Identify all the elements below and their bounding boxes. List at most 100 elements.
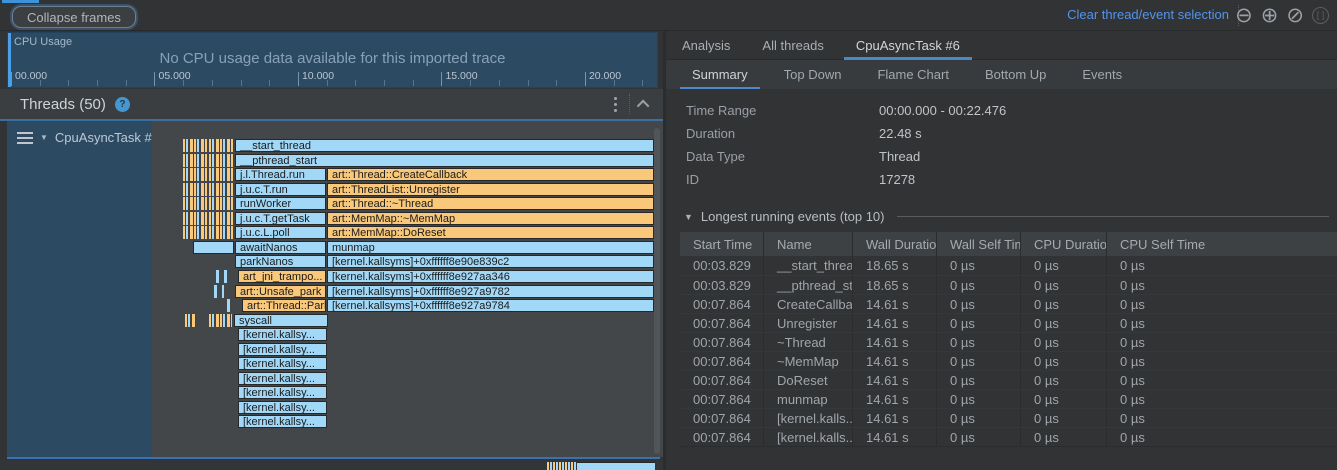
- flame-chart-track[interactable]: __start_thread __pthread_startj.l.Thread.…: [152, 121, 663, 457]
- table-cell: 0 µs: [937, 295, 1021, 313]
- table-row[interactable]: 00:07.864DoReset14.61 s0 µs0 µs0 µs: [680, 370, 1337, 389]
- flame-mini-slice[interactable]: [222, 285, 224, 298]
- threads-scrollbar-thumb[interactable]: [654, 128, 660, 454]
- drag-handle-icon[interactable]: [17, 132, 33, 144]
- flame-block[interactable]: [kernel.kallsyms]+0xffffff8e927a9782: [327, 285, 654, 298]
- flame-mini-slices[interactable]: [185, 314, 196, 327]
- table-header-cell[interactable]: Wall Duration: [853, 232, 937, 256]
- flame-block[interactable]: j.u.c.T.run: [235, 183, 326, 196]
- collapse-panel-chevron-icon[interactable]: [637, 99, 650, 112]
- zoom-in-icon[interactable]: ⊕: [1261, 3, 1279, 27]
- flame-row: __pthread_start: [152, 154, 663, 167]
- table-row[interactable]: 00:03.829__start_thread18.65 s0 µs0 µs0 …: [680, 256, 1337, 275]
- flame-block[interactable]: art::Unsafe_park: [235, 285, 326, 298]
- flame-mini-slices[interactable]: [183, 197, 207, 210]
- flame-block[interactable]: art::Thread::~Thread: [327, 197, 654, 210]
- flame-row: [kernel.kallsy...: [152, 386, 663, 399]
- flame-block[interactable]: __pthread_start: [235, 154, 654, 167]
- table-header-cell[interactable]: Wall Self Time: [937, 232, 1021, 256]
- table-row[interactable]: 00:03.829__pthread_st...18.65 s0 µs0 µs0…: [680, 275, 1337, 294]
- flame-mini-slices[interactable]: [209, 226, 234, 239]
- flame-mini-slices[interactable]: [183, 212, 207, 225]
- flame-block[interactable]: syscall: [234, 314, 328, 327]
- flame-block[interactable]: j.u.c.T.getTask: [235, 212, 326, 225]
- flame-mini-slices[interactable]: [183, 154, 207, 167]
- flame-block[interactable]: runWorker: [235, 197, 326, 210]
- flame-block[interactable]: [kernel.kallsyms]+0xffffff8e90e839c2: [327, 255, 654, 268]
- flame-mini-slices[interactable]: [183, 183, 207, 196]
- table-row[interactable]: 00:07.864[kernel.kalls...14.61 s0 µs0 µs…: [680, 427, 1337, 446]
- tab-analysis[interactable]: Analysis: [666, 31, 746, 60]
- flame-block[interactable]: [kernel.kallsyms]+0xffffff8e927a9784: [327, 299, 654, 312]
- section-collapse-icon[interactable]: ▼: [684, 212, 693, 222]
- subtab-bottom-up[interactable]: Bottom Up: [967, 60, 1064, 89]
- zoom-out-icon[interactable]: ⊖: [1235, 3, 1253, 27]
- table-row[interactable]: 00:07.864[kernel.kalls...14.61 s0 µs0 µs…: [680, 408, 1337, 427]
- flame-block[interactable]: art::MemMap::DoReset: [327, 226, 654, 239]
- table-row[interactable]: 00:07.864CreateCallback14.61 s0 µs0 µs0 …: [680, 294, 1337, 313]
- section-title: Longest running events (top 10): [701, 209, 885, 224]
- table-header-cell[interactable]: Start Time: [680, 232, 764, 256]
- flame-block[interactable]: art_jni_trampo...: [238, 270, 326, 283]
- flame-block[interactable]: munmap: [327, 241, 654, 254]
- cpu-usage-panel[interactable]: CPU Usage No CPU usage data available fo…: [7, 32, 658, 88]
- table-row[interactable]: 00:07.864Unregister14.61 s0 µs0 µs0 µs: [680, 313, 1337, 332]
- flame-block[interactable]: __start_thread: [235, 139, 654, 152]
- table-header-cell[interactable]: Name: [764, 232, 853, 256]
- flame-mini-slices[interactable]: [183, 168, 207, 181]
- flame-mini-slices[interactable]: [209, 197, 234, 210]
- table-row[interactable]: 00:07.864munmap14.61 s0 µs0 µs0 µs: [680, 389, 1337, 408]
- flame-row: awaitNanosmunmap: [152, 241, 663, 254]
- flame-mini-slices[interactable]: [209, 168, 234, 181]
- flame-mini-slices[interactable]: [209, 212, 234, 225]
- help-icon[interactable]: ?: [115, 97, 130, 112]
- ruler-tick-label: 10.000: [302, 70, 334, 82]
- flame-block[interactable]: [kernel.kallsy...: [238, 328, 327, 341]
- flame-block[interactable]: [kernel.kallsy...: [238, 386, 327, 399]
- flame-block[interactable]: art::ThreadList::Unregister: [327, 183, 654, 196]
- flame-mini-slice[interactable]: [224, 270, 227, 283]
- reset-zoom-icon[interactable]: ⊘: [1286, 3, 1304, 27]
- selected-thread-label-area[interactable]: ▼ CpuAsyncTask #6: [7, 121, 152, 457]
- flame-mini-slice[interactable]: [214, 285, 217, 298]
- time-ruler[interactable]: 00.00005.00010.00015.00020.000: [8, 69, 657, 87]
- flame-block[interactable]: [kernel.kallsy...: [238, 372, 327, 385]
- flame-mini-slices[interactable]: [183, 226, 207, 239]
- table-row[interactable]: 00:07.864~Thread14.61 s0 µs0 µs0 µs: [680, 332, 1337, 351]
- flame-block[interactable]: j.u.c.L.poll: [235, 226, 326, 239]
- table-row[interactable]: 00:07.864~MemMap14.61 s0 µs0 µs0 µs: [680, 351, 1337, 370]
- table-header-cell[interactable]: CPU Duration: [1021, 232, 1107, 256]
- flame-mini-slices[interactable]: [209, 314, 232, 327]
- zoom-to-selection-icon[interactable]: [ ]: [1312, 7, 1329, 24]
- flame-block[interactable]: art::MemMap::~MemMap: [327, 212, 654, 225]
- table-cell: 00:07.864: [680, 333, 764, 351]
- flame-mini-slices[interactable]: [209, 139, 234, 152]
- tab-all-threads[interactable]: All threads: [746, 31, 839, 60]
- collapse-frames-button[interactable]: Collapse frames: [12, 6, 136, 28]
- flame-block[interactable]: [193, 241, 234, 254]
- flame-block[interactable]: j.l.Thread.run: [235, 168, 326, 181]
- subtab-flame-chart[interactable]: Flame Chart: [859, 60, 967, 89]
- kebab-menu-icon[interactable]: [612, 95, 619, 114]
- flame-mini-slices[interactable]: [183, 139, 207, 152]
- flame-mini-slice[interactable]: [227, 299, 230, 312]
- flame-mini-slice[interactable]: [216, 270, 219, 283]
- flame-mini-slices[interactable]: [209, 154, 234, 167]
- flame-block[interactable]: [kernel.kallsyms]+0xffffff8e927aa346: [327, 270, 654, 283]
- flame-block[interactable]: [kernel.kallsy...: [238, 415, 327, 428]
- flame-block[interactable]: parkNanos: [235, 255, 326, 268]
- tab-cpuasynctask-6[interactable]: CpuAsyncTask #6: [840, 31, 976, 60]
- flame-block[interactable]: [kernel.kallsy...: [238, 343, 327, 356]
- subtab-events[interactable]: Events: [1064, 60, 1140, 89]
- table-header-cell[interactable]: CPU Self Time: [1107, 232, 1337, 256]
- flame-block[interactable]: art::Thread::CreateCallback: [327, 168, 654, 181]
- flame-block[interactable]: [kernel.kallsy...: [238, 357, 327, 370]
- subtab-top-down[interactable]: Top Down: [766, 60, 860, 89]
- subtab-summary[interactable]: Summary: [674, 60, 766, 89]
- flame-block[interactable]: [kernel.kallsy...: [238, 401, 327, 414]
- flame-mini-slices[interactable]: [209, 183, 234, 196]
- flame-block[interactable]: art::Thread::Park: [242, 299, 326, 312]
- flame-block[interactable]: awaitNanos: [235, 241, 326, 254]
- thread-expand-icon[interactable]: ▼: [40, 133, 48, 142]
- clear-thread-event-selection-link[interactable]: Clear thread/event selection: [1067, 7, 1229, 22]
